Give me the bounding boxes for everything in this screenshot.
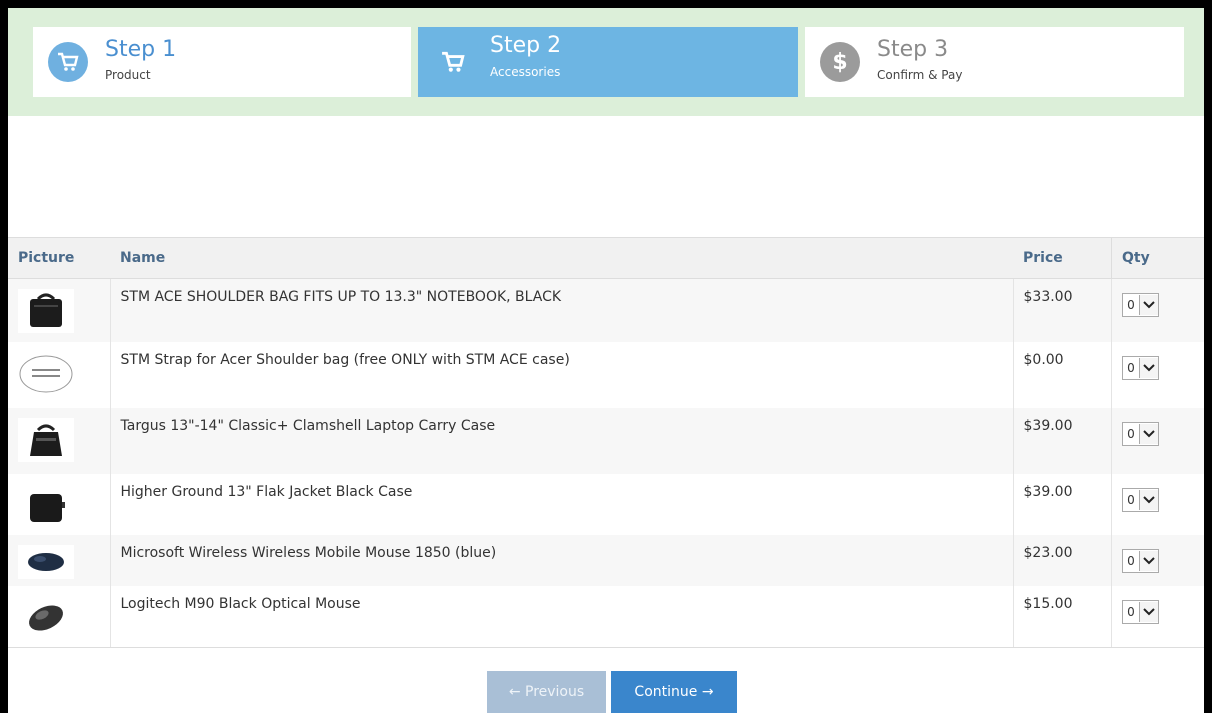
cart-icon — [48, 42, 88, 82]
step-3-subtitle: Confirm & Pay — [877, 68, 963, 82]
product-price: $39.00 — [1012, 473, 1112, 535]
window-frame-top — [0, 0, 1212, 8]
continue-button[interactable]: Continue → — [611, 671, 737, 713]
chevron-down-icon — [1139, 423, 1158, 444]
step-3[interactable]: $ Step 3 Confirm & Pay — [805, 27, 1184, 97]
picture-cell — [8, 278, 110, 342]
quantity-select[interactable]: 0 — [1122, 548, 1159, 573]
picture-cell — [8, 341, 110, 408]
product-price: $23.00 — [1012, 534, 1112, 586]
table-row: Microsoft Wireless Wireless Mobile Mouse… — [8, 534, 1204, 586]
quantity-select[interactable]: 0 — [1122, 355, 1159, 380]
dollar-icon: $ — [820, 42, 860, 82]
chevron-down-icon — [1139, 295, 1158, 315]
product-name: Logitech M90 Black Optical Mouse — [109, 585, 1013, 648]
product-name: Higher Ground 13" Flak Jacket Black Case — [109, 473, 1013, 535]
chevron-down-icon — [1139, 601, 1158, 622]
quantity-value: 0 — [1127, 604, 1135, 619]
product-name: Targus 13"-14" Classic+ Clamshell Laptop… — [109, 407, 1013, 474]
qty-cell: 0 — [1111, 534, 1204, 586]
cart-icon — [433, 42, 473, 82]
table-row: Logitech M90 Black Optical Mouse $15.00 … — [8, 585, 1204, 648]
no-image-placeholder — [18, 351, 74, 396]
sleeve-case-image — [18, 483, 74, 528]
step-2-title: Step 2 — [490, 33, 562, 58]
picture-cell — [8, 534, 110, 586]
black-mouse-image — [18, 595, 74, 640]
table-row: STM Strap for Acer Shoulder bag (free ON… — [8, 341, 1204, 408]
previous-button[interactable]: ← Previous — [487, 671, 606, 713]
product-name: Microsoft Wireless Wireless Mobile Mouse… — [109, 534, 1013, 586]
window-frame-right — [1204, 0, 1212, 713]
qty-cell: 0 — [1111, 473, 1204, 535]
column-header-price: Price — [1013, 237, 1112, 279]
blue-mouse-image — [18, 544, 74, 579]
laptop-case-image — [18, 417, 74, 462]
table-header-row: Picture Name Price Qty — [8, 237, 1204, 279]
quantity-select[interactable]: 0 — [1122, 487, 1159, 512]
chevron-down-icon — [1139, 357, 1158, 378]
chevron-down-icon — [1139, 550, 1158, 571]
picture-cell — [8, 585, 110, 648]
quantity-value: 0 — [1127, 360, 1135, 375]
quantity-select[interactable]: 0 — [1122, 599, 1159, 624]
step-3-title: Step 3 — [877, 37, 949, 62]
quantity-value: 0 — [1127, 553, 1135, 568]
step-2-active[interactable]: Step 2 Accessories — [418, 27, 798, 97]
accessories-table: Picture Name Price Qty STM ACE SHOULDER … — [8, 237, 1204, 648]
product-price: $0.00 — [1012, 341, 1112, 408]
product-name: STM Strap for Acer Shoulder bag (free ON… — [109, 341, 1013, 408]
window-frame-left — [0, 0, 8, 713]
picture-cell — [8, 407, 110, 474]
column-header-picture: Picture — [8, 237, 110, 279]
quantity-select[interactable]: 0 — [1122, 421, 1159, 446]
quantity-value: 0 — [1127, 492, 1135, 507]
quantity-select[interactable]: 0 — [1122, 293, 1159, 317]
qty-cell: 0 — [1111, 278, 1204, 342]
product-price: $33.00 — [1012, 278, 1112, 342]
qty-cell: 0 — [1111, 585, 1204, 648]
table-row: Higher Ground 13" Flak Jacket Black Case… — [8, 473, 1204, 535]
checkout-steps-bar: Step 1 Product Step 2 Accessories $ Step… — [8, 8, 1204, 116]
step-1-subtitle: Product — [105, 68, 151, 82]
column-header-qty: Qty — [1111, 237, 1204, 279]
quantity-value: 0 — [1127, 298, 1135, 312]
table-row: Targus 13"-14" Classic+ Clamshell Laptop… — [8, 407, 1204, 474]
shoulder-bag-image — [18, 289, 74, 333]
table-row: STM ACE SHOULDER BAG FITS UP TO 13.3" NO… — [8, 278, 1204, 342]
chevron-down-icon — [1139, 489, 1158, 510]
picture-cell — [8, 473, 110, 535]
step-1-title: Step 1 — [105, 37, 177, 62]
quantity-value: 0 — [1127, 426, 1135, 441]
product-price: $39.00 — [1012, 407, 1112, 474]
qty-cell: 0 — [1111, 341, 1204, 408]
step-2-subtitle: Accessories — [490, 65, 561, 79]
column-header-name: Name — [110, 237, 1013, 279]
qty-cell: 0 — [1111, 407, 1204, 474]
product-price: $15.00 — [1012, 585, 1112, 648]
product-name: STM ACE SHOULDER BAG FITS UP TO 13.3" NO… — [109, 278, 1013, 342]
step-1[interactable]: Step 1 Product — [33, 27, 411, 97]
